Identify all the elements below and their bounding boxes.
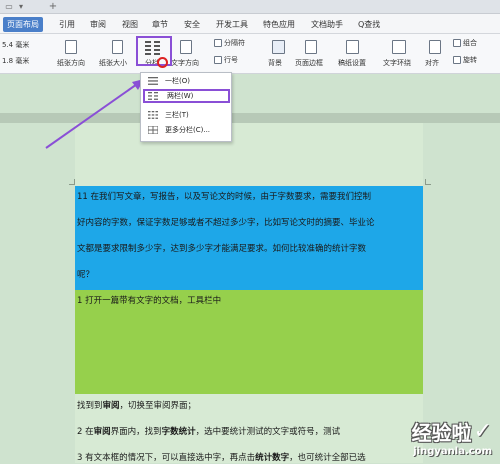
title-bar: ▭ ▾ + (0, 0, 500, 14)
three-columns-icon (148, 111, 158, 119)
background-icon[interactable] (272, 40, 285, 54)
text-run: 2 在 (77, 427, 94, 437)
text-run: 3 有文本框的情况下，可以直接选中字，再点击 (77, 453, 256, 463)
group-icon[interactable] (453, 39, 461, 47)
tab-review[interactable]: 审阅 (90, 18, 106, 31)
text-bold: 统计数字 (255, 453, 290, 463)
menu-item-more-columns[interactable]: 更多分栏(C)... (143, 123, 230, 137)
paper-orientation-icon[interactable] (65, 40, 77, 54)
tab-chapter[interactable]: 章节 (152, 18, 168, 31)
menu-item-label: 两栏(W) (167, 92, 194, 100)
tab-page-layout[interactable]: 页面布局 (3, 17, 43, 32)
text-run: ，选中要统计测试的文字或符号，测试 (195, 427, 341, 437)
paper-orientation-button[interactable]: 纸张方向 (57, 58, 85, 68)
columns-dropdown: 一栏(O) 两栏(W) 三栏(T) 更多分栏(C)... (140, 72, 232, 142)
checkmark-icon: ✓ (473, 419, 492, 444)
menu-item-label: 三栏(T) (165, 111, 189, 119)
text-line[interactable]: 1 打开一篇带有文字的文档，工具栏中 (77, 295, 221, 307)
text-wrap-icon[interactable] (392, 40, 406, 54)
window-icon: ▭ (5, 2, 13, 11)
text-direction-button[interactable]: 文字方向 (171, 58, 199, 68)
text-line[interactable]: 文都是要求限制多少字，达到多少字才能满足要求。如何比较准确的统计字数 (77, 243, 366, 255)
text-line[interactable]: 2 在审阅界面内，找到字数统计，选中要统计测试的文字或符号，测试 (77, 426, 340, 438)
search-button[interactable]: Q查找 (358, 18, 380, 31)
ribbon-toolbar: 5.4 毫米 1.8 毫米 纸张方向 纸张大小 分栏 文字方向 分隔符 行号 背… (0, 34, 500, 74)
menu-item-label: 更多分栏(C)... (165, 126, 211, 134)
menu-item-one-column[interactable]: 一栏(O) (143, 74, 230, 88)
page-border-icon[interactable] (305, 40, 317, 54)
menu-bar: 页面布局 引用 审阅 视图 章节 安全 开发工具 特色应用 文档助手 Q查找 (0, 14, 500, 34)
text-bold: 字数统计 (161, 427, 196, 437)
manuscript-icon[interactable] (346, 40, 359, 54)
separator-icon[interactable] (214, 39, 222, 47)
tab-view[interactable]: 视图 (122, 18, 138, 31)
watermark: 经验啦 ✓ jingyanla.com (412, 417, 492, 457)
text-bold: 审阅 (102, 401, 120, 411)
two-columns-icon (148, 92, 158, 100)
text-line[interactable]: 11 在我们写文章，写报告，以及写论文的时候，由于字数要求，需要我们控制 (77, 191, 371, 203)
tab-special[interactable]: 特色应用 (263, 18, 295, 31)
group-button[interactable]: 组合 (463, 38, 477, 48)
more-columns-icon (148, 126, 158, 134)
paper-size-button[interactable]: 纸张大小 (99, 58, 127, 68)
text-line[interactable]: 好内容的字数，保证字数足够或者不超过多少字，比如写论文时的摘要、毕业论 (77, 217, 375, 229)
text-wrap-button[interactable]: 文字环绕 (383, 58, 411, 68)
margin-bottom-field[interactable]: 1.8 毫米 (2, 56, 29, 66)
separator-button[interactable]: 分隔符 (224, 38, 245, 48)
manuscript-button[interactable]: 稿纸设置 (338, 58, 366, 68)
watermark-text: 经验啦 (411, 421, 472, 445)
paper-size-icon[interactable] (112, 40, 123, 54)
tab-security[interactable]: 安全 (184, 18, 200, 31)
text-bold: 审阅 (93, 427, 111, 437)
page-border-button[interactable]: 页面边框 (295, 58, 323, 68)
text-line[interactable]: 呢？ (77, 269, 94, 281)
text-direction-icon[interactable] (180, 40, 192, 54)
dropdown-arrow-marker (157, 57, 168, 68)
text-line[interactable]: 找到到审阅，切换至审阅界面； (77, 400, 196, 412)
crop-mark (69, 179, 75, 185)
margin-top-field[interactable]: 5.4 毫米 (2, 40, 29, 50)
text-run: 找到到 (77, 401, 103, 411)
crop-mark (425, 179, 431, 185)
text-line[interactable]: 3 有文本框的情况下，可以直接选中字，再点击统计数字，也可统计全部已选 (77, 452, 366, 464)
menu-item-two-columns[interactable]: 两栏(W) (143, 89, 230, 103)
rotate-button[interactable]: 旋转 (463, 55, 477, 65)
menu-item-three-columns[interactable]: 三栏(T) (143, 108, 230, 122)
rotate-icon[interactable] (453, 56, 461, 64)
dropdown-arrow-icon[interactable]: ▾ (16, 2, 26, 11)
align-button[interactable]: 对齐 (425, 58, 439, 68)
watermark-url: jingyanla.com (413, 446, 492, 457)
new-tab-icon[interactable]: + (48, 2, 58, 12)
tab-developer[interactable]: 开发工具 (216, 18, 248, 31)
background-button[interactable]: 背景 (268, 58, 282, 68)
menu-item-label: 一栏(O) (165, 77, 190, 85)
line-number-button[interactable]: 行号 (224, 55, 238, 65)
text-run: ，也可统计全部已选 (289, 453, 366, 463)
tab-references[interactable]: 引用 (59, 18, 75, 31)
align-icon[interactable] (429, 40, 441, 54)
text-run: ，切换至审阅界面； (119, 401, 197, 411)
one-column-icon (148, 77, 158, 85)
line-number-icon[interactable] (214, 56, 222, 64)
text-run: 界面内，找到 (110, 427, 162, 437)
tab-doc-assistant[interactable]: 文档助手 (311, 18, 343, 31)
